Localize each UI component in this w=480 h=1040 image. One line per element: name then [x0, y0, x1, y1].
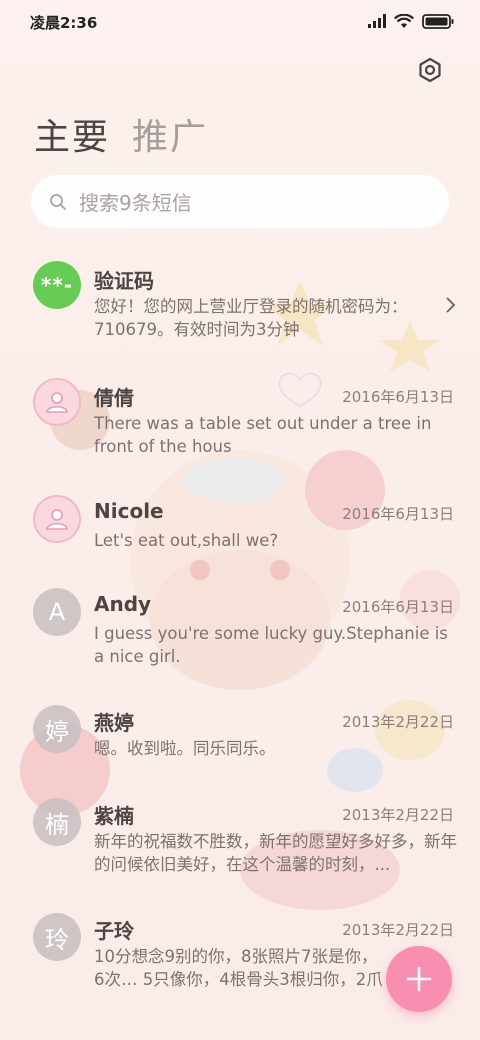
- tab-main[interactable]: 主要: [34, 108, 110, 160]
- avatar: 婷: [33, 705, 81, 753]
- message-date: 2016年6月13日: [342, 598, 454, 616]
- conversation-item[interactable]: 楠 紫楠 2013年2月22日 新年的祝福数不胜数，新年的愿望好多好多，新年的问…: [0, 790, 480, 890]
- status-bar: 凌晨2:36: [0, 0, 480, 40]
- tab-bar: 主要 推广: [34, 108, 208, 160]
- contact-name: Andy: [94, 592, 152, 616]
- message-date: 2013年2月22日: [342, 806, 454, 824]
- message-preview: 您好！您的网上营业厅登录的随机密码为：710679。有效时间为3分钟: [94, 297, 408, 339]
- conversation-item[interactable]: 倩倩 2016年6月13日 There was a table set out …: [0, 370, 480, 470]
- conversation-item[interactable]: **- 验证码 您好！您的网上营业厅登录的随机密码为：710679。有效时间为3…: [0, 255, 480, 355]
- avatar: 楠: [33, 798, 81, 846]
- new-message-button[interactable]: [386, 946, 452, 1012]
- plus-icon: [406, 966, 432, 992]
- avatar: A: [33, 588, 81, 636]
- avatar: [33, 495, 81, 543]
- contact-name: Nicole: [94, 499, 164, 523]
- message-preview: 嗯。收到啦。同乐同乐。: [94, 739, 276, 758]
- message-preview: I guess you're some lucky guy.Stephanie …: [94, 624, 448, 666]
- person-icon: [46, 392, 68, 413]
- avatar-label: 婷: [45, 717, 69, 746]
- contact-name: 燕婷: [94, 711, 134, 735]
- contact-name: 验证码: [94, 269, 154, 293]
- message-date: 2013年2月22日: [342, 921, 454, 939]
- settings-icon: [419, 57, 441, 83]
- conversation-item[interactable]: A Andy 2016年6月13日 I guess you're some lu…: [0, 580, 480, 680]
- contact-name: 紫楠: [94, 804, 134, 828]
- avatar-label: A: [48, 598, 66, 626]
- wifi-icon: [394, 13, 414, 28]
- conversation-item[interactable]: 婷 燕婷 2013年2月22日 嗯。收到啦。同乐同乐。: [0, 695, 480, 775]
- tab-promotions[interactable]: 推广: [132, 108, 208, 160]
- search-input[interactable]: 搜索9条短信: [79, 187, 192, 216]
- avatar: **-: [33, 261, 81, 309]
- message-date: 2016年6月13日: [342, 505, 454, 523]
- contact-name: 子玲: [94, 919, 134, 943]
- message-date: 2013年2月22日: [342, 713, 454, 731]
- avatar-label: 玲: [45, 925, 69, 954]
- avatar: [33, 378, 81, 426]
- message-preview: Let's eat out,shall we?: [94, 531, 279, 550]
- message-preview: 10分想念9别的你，8张照片7张是你，6次… 5只像你，4根骨头3根归你，2爪着…: [94, 947, 383, 989]
- signal-icon: [368, 14, 386, 28]
- battery-icon: [422, 13, 454, 29]
- contact-name: 倩倩: [94, 386, 134, 410]
- person-icon: [46, 509, 68, 530]
- status-time: 凌晨2:36: [30, 14, 98, 32]
- avatar: 玲: [33, 913, 81, 961]
- search-bar[interactable]: 搜索9条短信: [31, 175, 449, 228]
- avatar-label: 楠: [45, 810, 69, 839]
- avatar-label: **-: [40, 273, 74, 297]
- chevron-right-icon[interactable]: [444, 295, 458, 315]
- status-icons: [368, 12, 454, 30]
- search-icon: [50, 193, 66, 210]
- message-preview: There was a table set out under a tree i…: [94, 414, 432, 456]
- conversation-item[interactable]: Nicole 2016年6月13日 Let's eat out,shall we…: [0, 485, 480, 565]
- message-preview: 新年的祝福数不胜数，新年的愿望好多好多，新年的问候依旧美好，在这个温馨的时刻，.…: [94, 832, 457, 874]
- message-date: 2016年6月13日: [342, 388, 454, 406]
- settings-button[interactable]: [416, 56, 444, 84]
